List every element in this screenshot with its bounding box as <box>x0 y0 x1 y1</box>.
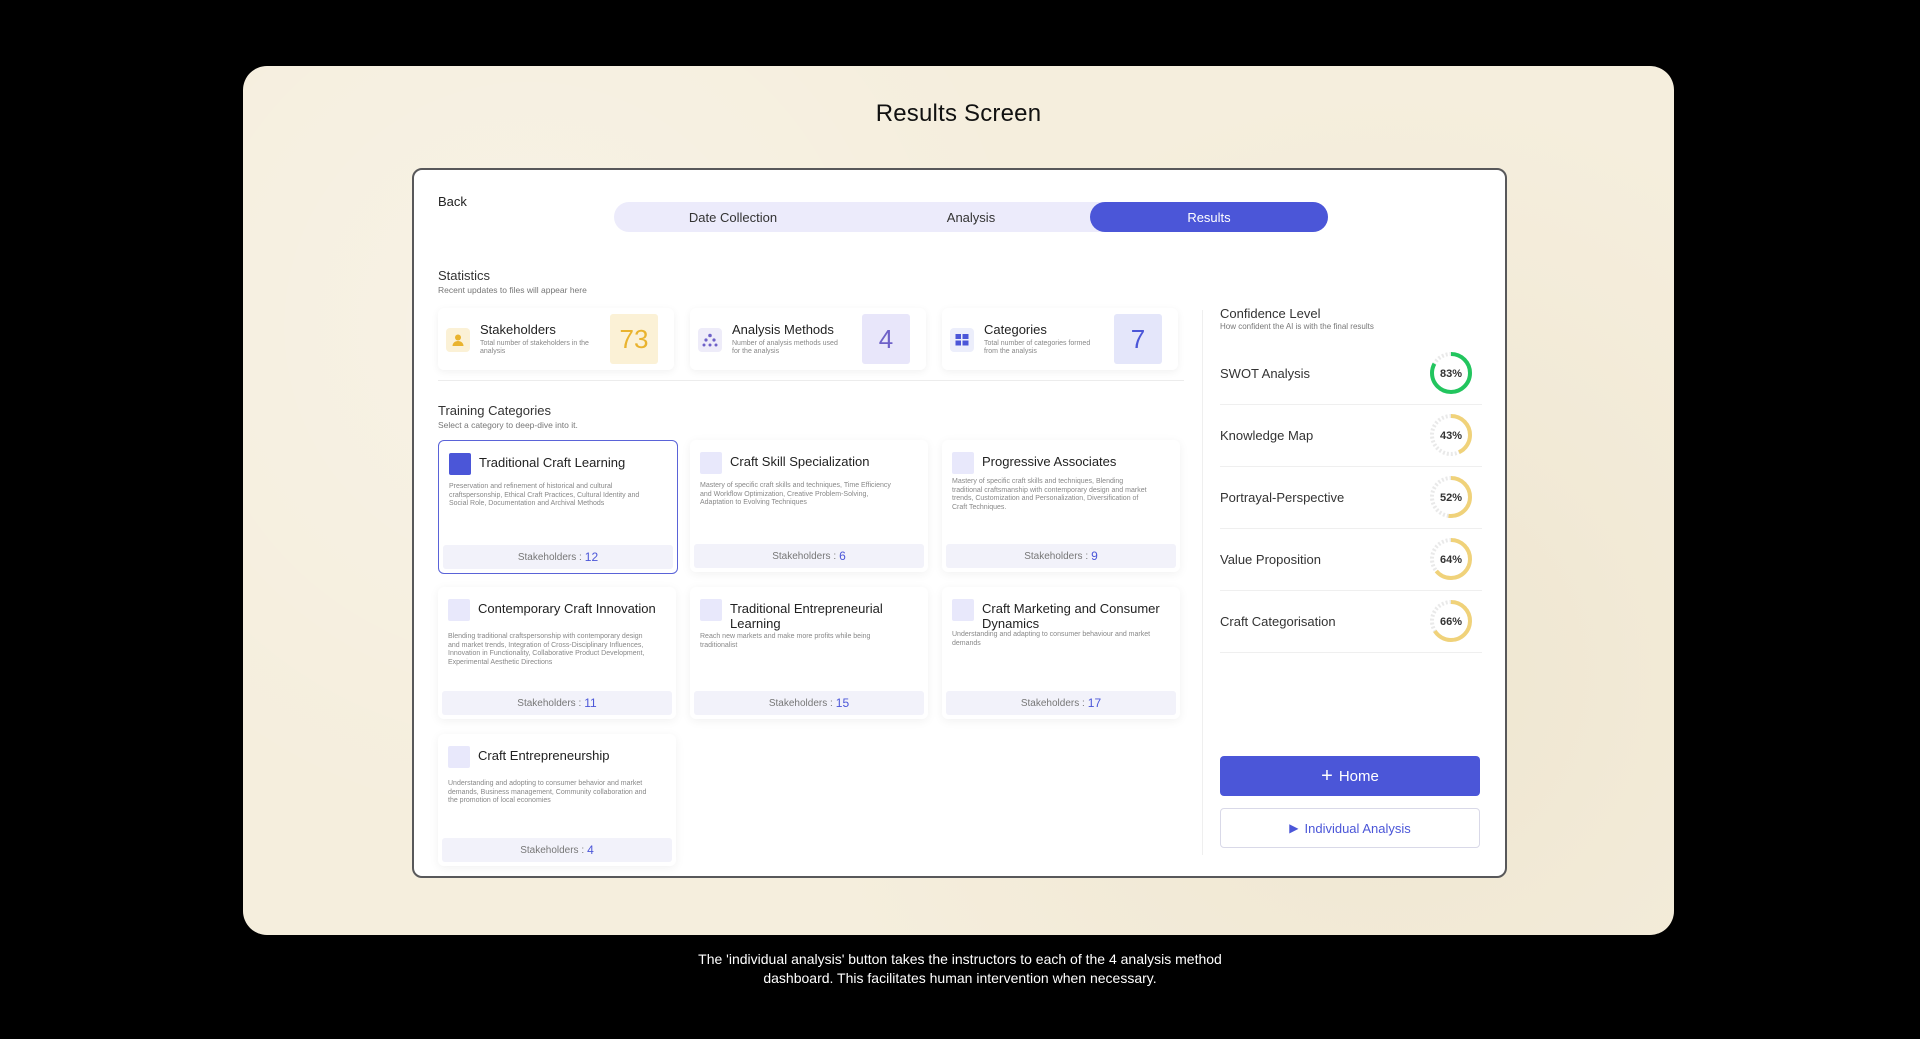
category-card-traditional-craft-learning[interactable]: Traditional Craft Learning Preservation … <box>438 440 678 574</box>
stat-label: Categories <box>984 322 1047 337</box>
category-stakeholders: Stakeholders :4 <box>442 838 672 862</box>
category-stakeholders: Stakeholders :15 <box>694 691 924 715</box>
caption-line-1: The 'individual analysis' button takes t… <box>698 951 1222 967</box>
category-square-icon <box>700 452 722 474</box>
category-title: Craft Entrepreneurship <box>478 748 610 763</box>
plus-icon: + <box>1321 765 1333 787</box>
category-stakeholders: Stakeholders :12 <box>443 545 673 569</box>
category-card-contemporary-craft-innovation[interactable]: Contemporary Craft Innovation Blending t… <box>438 587 676 719</box>
category-title: Contemporary Craft Innovation <box>478 601 656 616</box>
category-stakeholders: Stakeholders :17 <box>946 691 1176 715</box>
category-stakeholders: Stakeholders :6 <box>694 544 924 568</box>
confidence-gauge: 64% <box>1430 538 1472 580</box>
results-screen: Back Date Collection Analysis Results St… <box>412 168 1507 878</box>
gauge-value: 66% <box>1440 616 1462 628</box>
step-tabs: Date Collection Analysis Results <box>614 202 1328 232</box>
category-square-icon <box>448 599 470 621</box>
stat-value: 7 <box>1114 314 1162 364</box>
gauge-value: 64% <box>1440 554 1462 566</box>
training-title: Training Categories <box>438 403 551 418</box>
confidence-label: Knowledge Map <box>1220 428 1314 443</box>
panel-divider <box>1202 310 1203 855</box>
grid-icon <box>950 328 974 352</box>
statistics-title: Statistics <box>438 268 491 283</box>
category-desc: Reach new markets and make more profits … <box>700 633 871 649</box>
gauge-value: 52% <box>1440 492 1462 504</box>
training-subtitle: Select a category to deep-dive into it. <box>438 420 578 430</box>
tab-results[interactable]: Results <box>1090 202 1328 232</box>
caption-line-2: dashboard. This facilitates human interv… <box>763 970 1157 986</box>
category-desc: Understanding and adapting to consumer b… <box>952 631 1151 647</box>
category-square-icon <box>449 453 471 475</box>
category-stakeholders: Stakeholders :11 <box>442 691 672 715</box>
category-square-icon <box>700 599 722 621</box>
confidence-row: Portrayal-Perspective 52% <box>1220 466 1482 529</box>
category-card-craft-skill-specialization[interactable]: Craft Skill Specialization Mastery of sp… <box>690 440 928 572</box>
category-desc: Preservation and refinement of historica… <box>449 483 640 507</box>
confidence-row: Craft Categorisation 66% <box>1220 590 1482 653</box>
gauge-value: 43% <box>1440 430 1462 442</box>
category-title: Traditional Craft Learning <box>479 455 626 470</box>
presentation-panel: Results Screen Back Date Collection Anal… <box>243 66 1674 935</box>
confidence-subtitle: How confident the AI is with the final r… <box>1220 322 1374 331</box>
confidence-label: Portrayal-Perspective <box>1220 490 1345 505</box>
category-title: Traditional Entrepreneurial Learning <box>730 601 883 631</box>
category-card-progressive-associates[interactable]: Progressive Associates Mastery of specif… <box>942 440 1180 572</box>
category-title: Progressive Associates <box>982 454 1117 469</box>
category-desc: Understanding and adopting to consumer b… <box>448 780 647 804</box>
confidence-gauge: 66% <box>1430 600 1472 642</box>
confidence-gauge: 43% <box>1430 414 1472 456</box>
category-card-craft-entrepreneurship[interactable]: Craft Entrepreneurship Understanding and… <box>438 734 676 866</box>
category-card-craft-marketing[interactable]: Craft Marketing and Consumer Dynamics Un… <box>942 587 1180 719</box>
section-divider <box>438 380 1184 381</box>
confidence-row: Value Proposition 64% <box>1220 528 1482 591</box>
statistics-subtitle: Recent updates to files will appear here <box>438 285 587 295</box>
stat-desc: Total number of stakeholders in the anal… <box>480 340 589 355</box>
page-title: Results Screen <box>875 100 1042 127</box>
category-square-icon <box>952 599 974 621</box>
stat-desc: Number of analysis methods used for the … <box>732 340 838 355</box>
back-link[interactable]: Back <box>438 194 467 209</box>
stat-value: 73 <box>610 314 658 364</box>
confidence-row: Knowledge Map 43% <box>1220 404 1482 467</box>
category-desc: Mastery of specific craft skills and tec… <box>952 478 1147 511</box>
home-button-label: Home <box>1338 767 1379 785</box>
individual-analysis-button[interactable]: ▶ Individual Analysis <box>1220 808 1480 848</box>
confidence-label: SWOT Analysis <box>1220 366 1311 381</box>
category-title: Craft Skill Specialization <box>730 454 870 469</box>
confidence-gauge: 52% <box>1430 476 1472 518</box>
tab-analysis[interactable]: Analysis <box>852 202 1090 232</box>
home-button[interactable]: + Home <box>1220 756 1480 796</box>
play-icon: ▶ <box>1289 821 1299 835</box>
individual-analysis-label: Individual Analysis <box>1304 820 1411 836</box>
confidence-title: Confidence Level <box>1220 306 1321 321</box>
person-icon <box>446 328 470 352</box>
confidence-label: Value Proposition <box>1220 552 1321 567</box>
stat-card-analysis-methods: Analysis Methods Number of analysis meth… <box>690 308 926 370</box>
category-desc: Blending traditional craftspersonship wi… <box>448 633 645 666</box>
nodes-icon <box>698 328 722 352</box>
confidence-label: Craft Categorisation <box>1220 614 1336 629</box>
stat-label: Stakeholders <box>480 322 556 337</box>
caption: The 'individual analysis' button takes t… <box>560 950 1360 988</box>
category-square-icon <box>448 746 470 768</box>
category-desc: Mastery of specific craft skills and tec… <box>700 482 891 506</box>
gauge-value: 83% <box>1440 368 1462 380</box>
category-card-traditional-entrepreneurial-learning[interactable]: Traditional Entrepreneurial Learning Rea… <box>690 587 928 719</box>
confidence-row: SWOT Analysis 83% <box>1220 342 1482 405</box>
stat-value: 4 <box>862 314 910 364</box>
category-stakeholders: Stakeholders :9 <box>946 544 1176 568</box>
stat-desc: Total number of categories formed from t… <box>984 340 1091 355</box>
stat-card-categories: Categories Total number of categories fo… <box>942 308 1178 370</box>
tab-date-collection[interactable]: Date Collection <box>614 202 852 232</box>
stat-card-stakeholders: Stakeholders Total number of stakeholder… <box>438 308 674 370</box>
category-square-icon <box>952 452 974 474</box>
stat-label: Analysis Methods <box>732 322 834 337</box>
category-title: Craft Marketing and Consumer Dynamics <box>982 601 1160 631</box>
confidence-gauge: 83% <box>1430 352 1472 394</box>
